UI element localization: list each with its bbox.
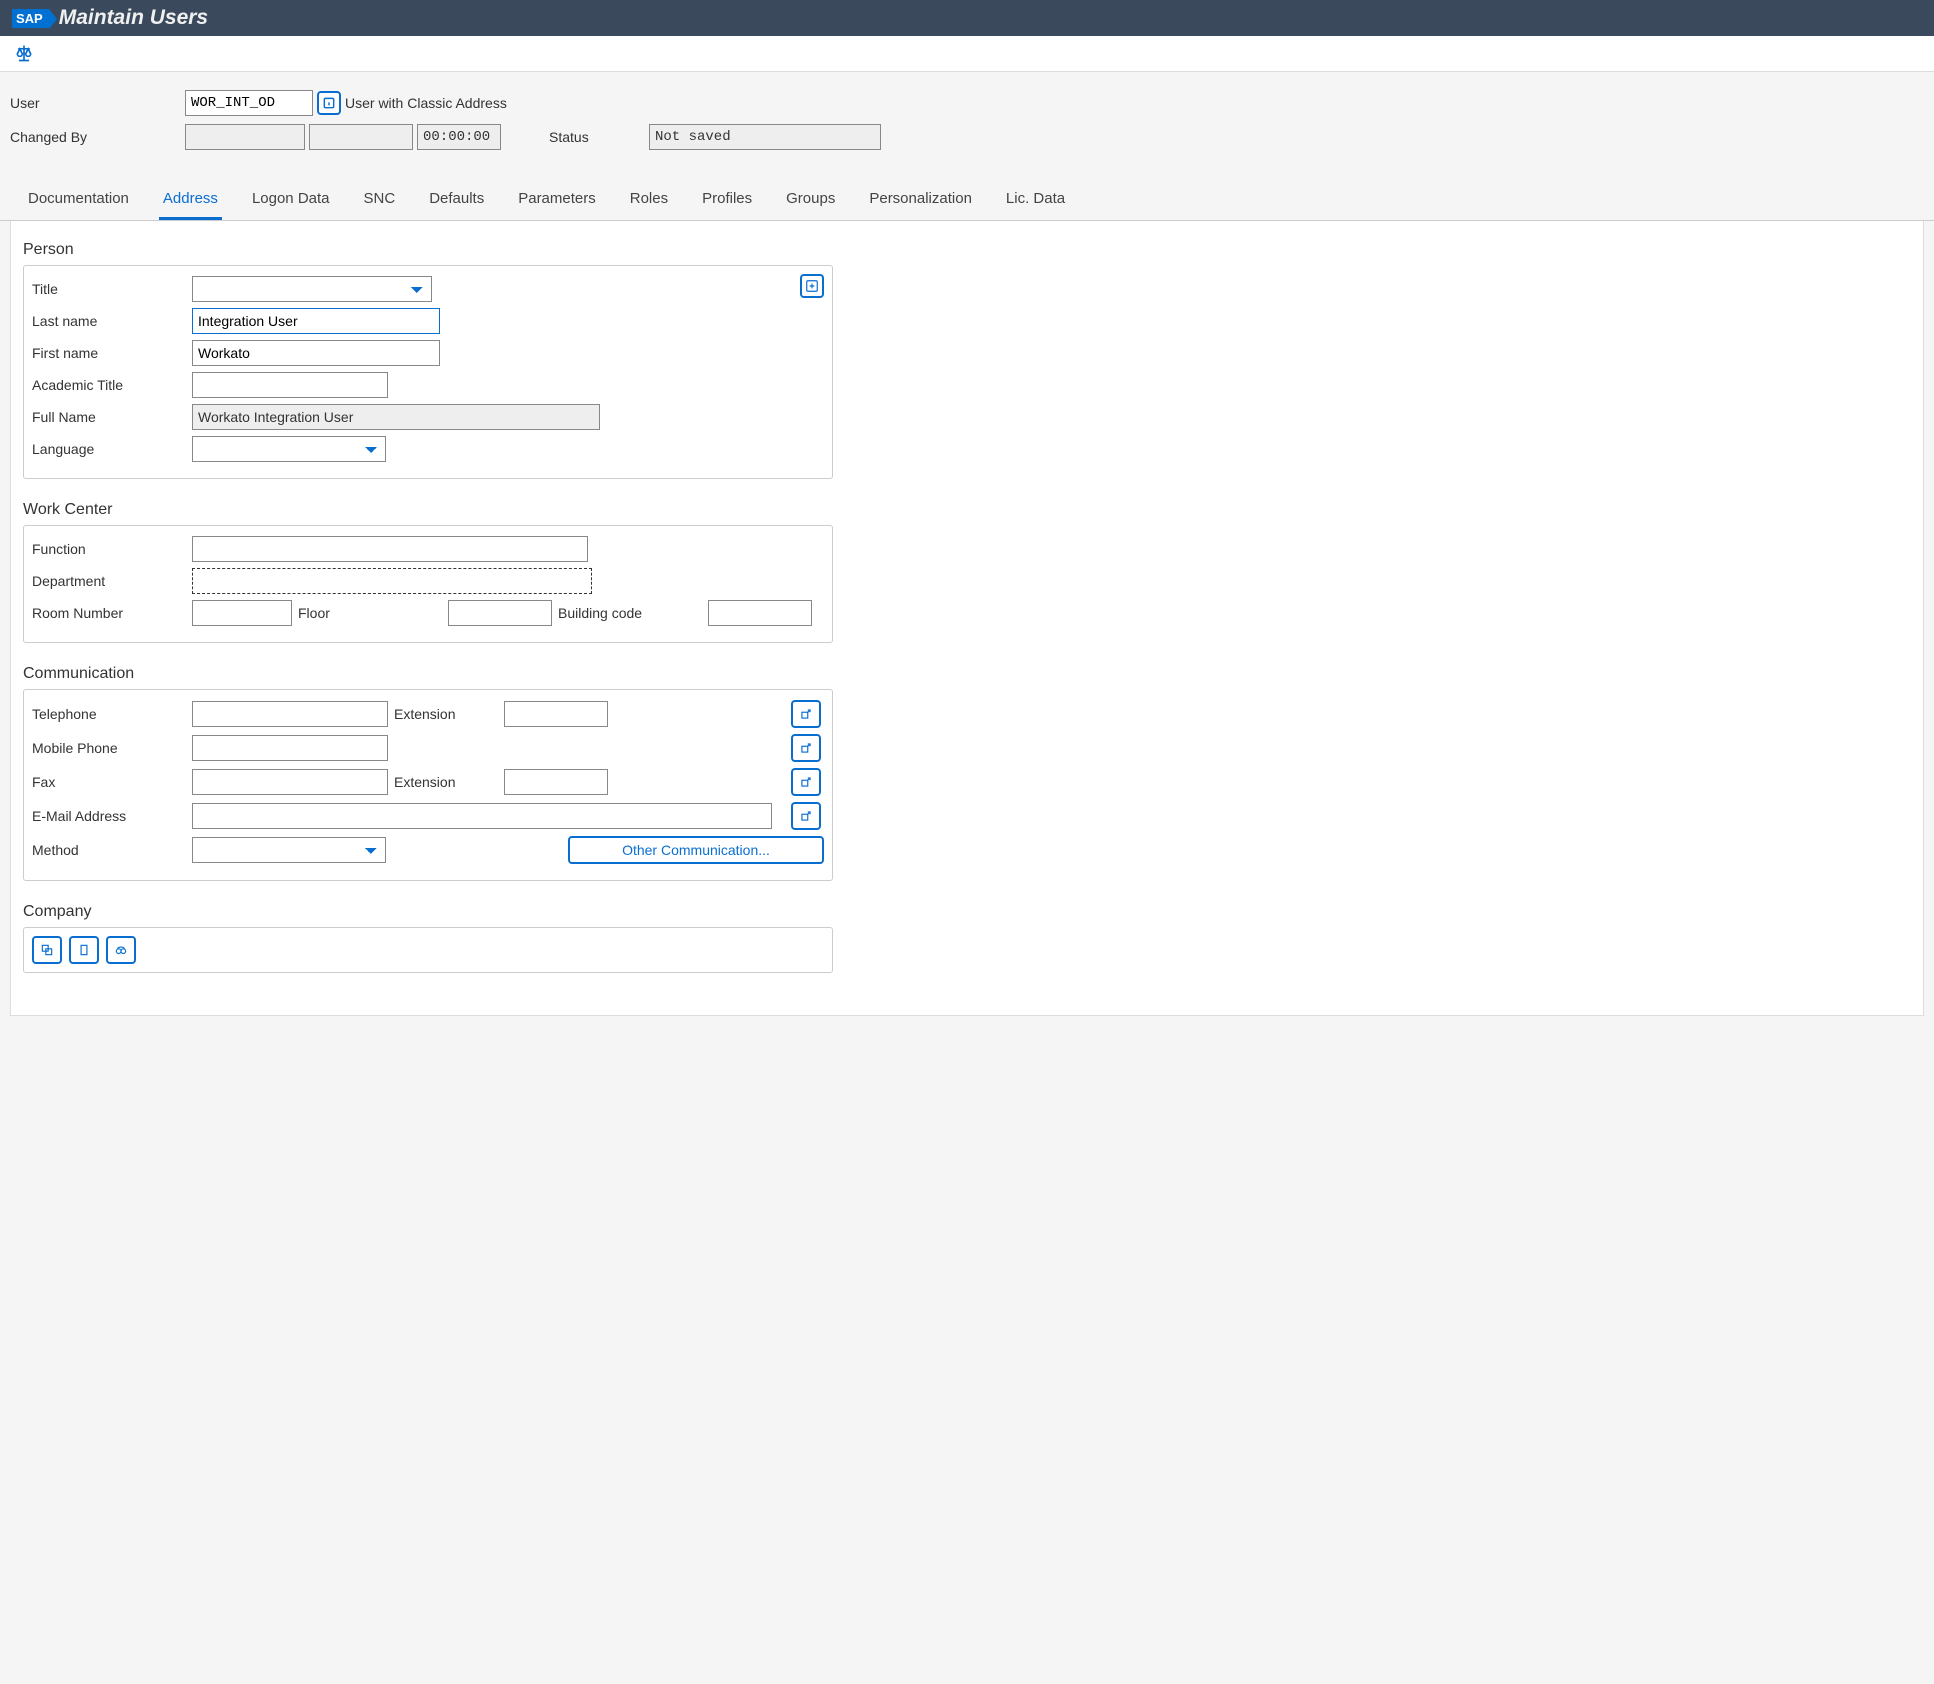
method-select[interactable] xyxy=(192,837,386,863)
room-label: Room Number xyxy=(32,605,192,621)
mobile-input[interactable] xyxy=(192,735,388,761)
tab-address[interactable]: Address xyxy=(159,180,222,220)
company-copy-icon[interactable] xyxy=(69,936,99,964)
company-assign-icon[interactable] xyxy=(32,936,62,964)
company-section-title: Company xyxy=(23,903,1911,921)
changed-by-label: Changed By xyxy=(10,129,185,145)
tabstrip: Documentation Address Logon Data SNC Def… xyxy=(0,180,1934,221)
changed-on-input xyxy=(309,124,413,150)
company-box xyxy=(23,927,833,973)
titlebar: SAP Maintain Users xyxy=(0,0,1934,36)
full-name-input xyxy=(192,404,600,430)
tab-defaults[interactable]: Defaults xyxy=(425,180,488,220)
room-input[interactable] xyxy=(192,600,292,626)
workcenter-box: Function Department Room Number Floor Bu… xyxy=(23,525,833,643)
user-classic-label: User with Classic Address xyxy=(345,95,507,111)
communication-box: Telephone Extension Mobile Phone Fax Ext… xyxy=(23,689,833,881)
workcenter-section-title: Work Center xyxy=(23,501,1911,519)
last-name-input[interactable] xyxy=(192,308,440,334)
language-label: Language xyxy=(32,441,192,457)
user-input[interactable] xyxy=(185,90,313,116)
communication-section-title: Communication xyxy=(23,665,1911,683)
title-select[interactable] xyxy=(192,276,432,302)
language-select[interactable] xyxy=(192,436,386,462)
building-label: Building code xyxy=(558,605,708,621)
tab-logon-data[interactable]: Logon Data xyxy=(248,180,334,220)
person-box: Title Last name First name Academic Titl… xyxy=(23,265,833,479)
expand-person-icon[interactable] xyxy=(800,274,824,298)
fax-more-icon[interactable] xyxy=(791,768,821,796)
full-name-label: Full Name xyxy=(32,409,192,425)
telephone-label: Telephone xyxy=(32,706,192,722)
user-label: User xyxy=(10,95,185,111)
info-icon[interactable] xyxy=(317,91,341,115)
mobile-label: Mobile Phone xyxy=(32,740,192,756)
floor-label: Floor xyxy=(298,605,448,621)
mobile-more-icon[interactable] xyxy=(791,734,821,762)
telephone-input[interactable] xyxy=(192,701,388,727)
department-label: Department xyxy=(32,573,192,589)
person-section-title: Person xyxy=(23,241,1911,259)
last-name-label: Last name xyxy=(32,313,192,329)
fax-ext-input[interactable] xyxy=(504,769,608,795)
header-fields: User User with Classic Address Changed B… xyxy=(0,72,1934,170)
status-value xyxy=(649,124,881,150)
tab-profiles[interactable]: Profiles xyxy=(698,180,756,220)
other-communication-button[interactable]: Other Communication... xyxy=(568,836,824,864)
method-label: Method xyxy=(32,842,192,858)
telephone-ext-input[interactable] xyxy=(504,701,608,727)
tab-parameters[interactable]: Parameters xyxy=(514,180,600,220)
telephone-more-icon[interactable] xyxy=(791,700,821,728)
status-label: Status xyxy=(549,129,649,145)
building-input[interactable] xyxy=(708,600,812,626)
academic-title-input[interactable] xyxy=(192,372,388,398)
balance-scale-icon[interactable] xyxy=(12,41,36,65)
fax-input[interactable] xyxy=(192,769,388,795)
department-input[interactable] xyxy=(192,568,592,594)
telephone-ext-label: Extension xyxy=(394,706,504,722)
first-name-label: First name xyxy=(32,345,192,361)
changed-time-input xyxy=(417,124,501,150)
tab-lic-data[interactable]: Lic. Data xyxy=(1002,180,1069,220)
tab-roles[interactable]: Roles xyxy=(626,180,672,220)
tab-personalization[interactable]: Personalization xyxy=(865,180,976,220)
fax-ext-label: Extension xyxy=(394,774,504,790)
function-input[interactable] xyxy=(192,536,588,562)
email-more-icon[interactable] xyxy=(791,802,821,830)
tab-body: Person Title Last name First name Academ… xyxy=(10,221,1924,1016)
toolbar xyxy=(0,36,1934,72)
academic-title-label: Academic Title xyxy=(32,377,192,393)
first-name-input[interactable] xyxy=(192,340,440,366)
changed-by-input xyxy=(185,124,305,150)
floor-input[interactable] xyxy=(448,600,552,626)
tab-documentation[interactable]: Documentation xyxy=(24,180,133,220)
fax-label: Fax xyxy=(32,774,192,790)
page-title: Maintain Users xyxy=(59,6,208,30)
email-label: E-Mail Address xyxy=(32,808,192,824)
function-label: Function xyxy=(32,541,192,557)
title-label: Title xyxy=(32,281,192,297)
sap-logo: SAP xyxy=(12,9,49,28)
company-display-icon[interactable] xyxy=(106,936,136,964)
tab-groups[interactable]: Groups xyxy=(782,180,839,220)
email-input[interactable] xyxy=(192,803,772,829)
tab-snc[interactable]: SNC xyxy=(360,180,400,220)
